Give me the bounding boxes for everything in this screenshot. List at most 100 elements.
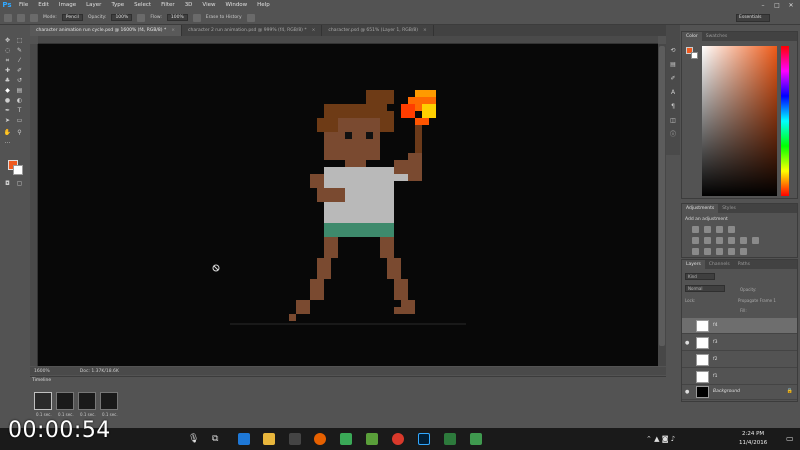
pressure-size-icon[interactable] [246,13,255,22]
color-balance-icon[interactable] [716,237,723,244]
visibility-toggle[interactable] [685,374,691,380]
layer-row-f2[interactable]: f2 [682,352,797,368]
vertical-ruler[interactable] [30,44,38,366]
stamp-tool-icon[interactable]: ♣ [3,77,12,85]
tab-channels[interactable]: Channels [705,260,734,269]
visibility-toggle[interactable] [685,357,691,363]
background-color-swatch[interactable] [13,165,23,175]
healing-tool-icon[interactable]: ✚ [3,67,12,75]
timeline-frame-2[interactable] [56,392,74,410]
canvas-scrollbar[interactable] [658,44,666,366]
app-icon[interactable] [340,433,352,445]
type-tool-icon[interactable]: T [15,107,24,115]
menu-view[interactable]: View [197,0,220,11]
layer-row-background[interactable]: ● Background 🔒 [682,384,797,400]
brush-settings-icon[interactable]: ✐ [669,75,677,83]
tab-paths[interactable]: Paths [734,260,754,269]
erase-to-history-checkbox[interactable]: Erase to History [206,15,242,20]
store-icon[interactable] [289,433,301,445]
lasso-tool-icon[interactable]: ◌ [3,47,12,55]
color-field[interactable] [702,46,777,196]
timeline-frame-4[interactable] [100,392,118,410]
tab-swatches[interactable]: Swatches [702,32,732,41]
hue-saturation-icon[interactable] [704,237,711,244]
layer-row-f4[interactable]: f4 [682,318,797,334]
menu-filter[interactable]: Filter [156,0,180,11]
brightness-icon[interactable] [692,226,699,233]
layer-name[interactable]: Background [713,389,740,394]
pressure-opacity-icon[interactable] [137,13,146,22]
menu-image[interactable]: Image [54,0,81,11]
layer-name[interactable]: f3 [713,340,717,345]
menu-3d[interactable]: 3D [180,0,198,11]
brush-panel-icon[interactable] [30,13,38,22]
rectangle-tool-icon[interactable]: ▭ [15,117,24,125]
history-icon[interactable]: ⟲ [669,47,677,55]
posterize-icon[interactable] [704,248,711,255]
brush-tool-icon[interactable]: ✐ [15,67,24,75]
file-explorer-icon[interactable] [263,433,275,445]
microphone-icon[interactable]: 🎙 [188,432,199,446]
channel-mixer-icon[interactable] [752,237,759,244]
vibrance-icon[interactable] [692,237,699,244]
zoom-level[interactable]: 1600% [34,369,50,374]
timeline-frame-3[interactable] [78,392,96,410]
workspace-select[interactable]: Essentials [736,14,770,22]
camtasia-recorder-icon[interactable] [444,433,456,445]
minimize-icon[interactable]: – [756,0,770,11]
close-icon[interactable]: ✕ [784,0,798,11]
threshold-icon[interactable] [716,248,723,255]
eye-icon[interactable]: ● [685,340,691,346]
hand-tool-icon[interactable]: ✋ [3,129,12,137]
eraser-tool-preset-icon[interactable] [4,13,12,22]
tab-layers[interactable]: Layers [682,260,705,269]
chrome-icon[interactable] [392,433,404,445]
gradient-map-icon[interactable] [728,248,735,255]
character-icon[interactable]: A [669,89,677,97]
layer-name[interactable]: f2 [713,357,717,362]
zoom-tool-icon[interactable]: ⚲ [15,129,24,137]
exposure-icon[interactable] [728,226,735,233]
mode-select[interactable]: Pencil [61,14,83,21]
quick-mask-icon[interactable]: ◘ [3,180,12,188]
scrollbar-thumb[interactable] [659,46,665,346]
camtasia-editor-icon[interactable] [470,433,482,445]
tab-adjustments[interactable]: Adjustments [682,204,719,213]
close-icon[interactable]: × [312,28,316,33]
close-icon[interactable]: × [171,28,175,33]
clock-date[interactable]: 11/4/2016 [739,440,767,446]
propagate-frame-checkbox[interactable]: Propagate Frame 1 [738,298,776,303]
tab-character[interactable]: character.psd @ 651% (Layer 1, RGB/8) × [322,25,434,36]
photoshop-logo-icon[interactable]: Ps [0,0,14,11]
tray-icons[interactable]: ⌃ ▲ ◙ ♪ [646,432,675,446]
edge-browser-icon[interactable] [238,433,250,445]
info-icon[interactable]: ⓘ [669,131,677,139]
document-canvas[interactable] [38,44,658,366]
timeline-frame-1[interactable] [34,392,52,410]
opacity-field[interactable]: 100% [111,14,133,21]
tab-styles[interactable]: Styles [718,204,740,213]
libraries-icon[interactable]: ◫ [669,117,677,125]
layer-row-f1[interactable]: f1 [682,369,797,385]
tab-run-cycle[interactable]: character animation run cycle.psd @ 1600… [30,25,183,36]
firefox-icon[interactable] [314,433,326,445]
airbrush-icon[interactable] [192,13,201,22]
eye-icon[interactable]: ● [685,389,691,395]
dodge-tool-icon[interactable]: ◐ [15,97,24,105]
history-brush-tool-icon[interactable]: ↺ [15,77,24,85]
camtasia-icon[interactable] [366,433,378,445]
menu-edit[interactable]: Edit [33,0,54,11]
crop-tool-icon[interactable]: ⌗ [3,57,12,65]
photo-filter-icon[interactable] [740,237,747,244]
notifications-icon[interactable]: ▭ [786,432,794,446]
timeline-title[interactable]: Timeline [32,378,51,383]
curves-icon[interactable] [716,226,723,233]
menu-window[interactable]: Window [220,0,252,11]
blend-mode-select[interactable]: Normal [685,285,725,292]
layer-name[interactable]: f1 [713,374,717,379]
properties-icon[interactable]: ▤ [669,61,677,69]
eraser-tool-icon[interactable]: ◆ [3,87,12,95]
layer-filter-select[interactable]: Kind [685,273,715,280]
menu-layer[interactable]: Layer [81,0,106,11]
marquee-tool-icon[interactable]: ⬚ [15,37,24,45]
